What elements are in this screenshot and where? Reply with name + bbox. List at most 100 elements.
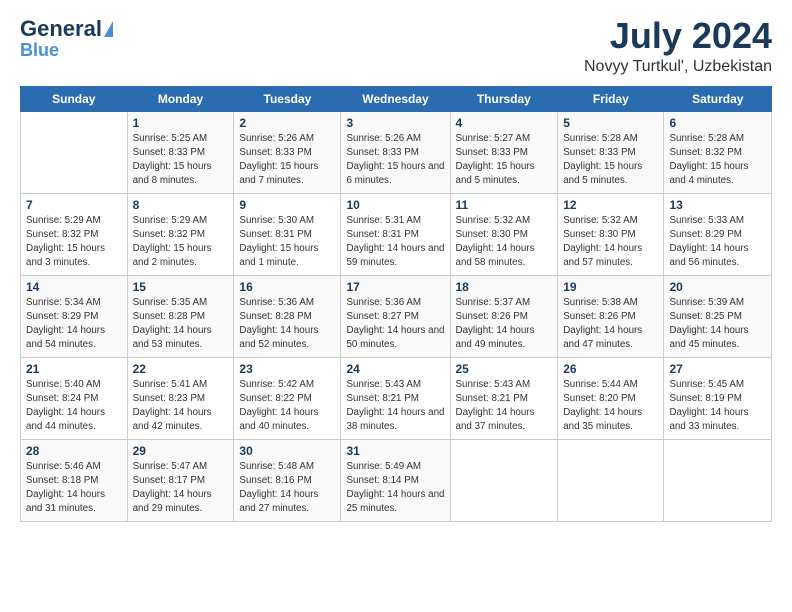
week-row-4: 21 Sunrise: 5:40 AMSunset: 8:24 PMDaylig… xyxy=(21,357,772,439)
day-cell: 18 Sunrise: 5:37 AMSunset: 8:26 PMDaylig… xyxy=(450,275,558,357)
day-info: Sunrise: 5:36 AMSunset: 8:28 PMDaylight:… xyxy=(239,297,318,351)
day-number: 15 xyxy=(133,280,229,294)
day-number: 26 xyxy=(563,362,658,376)
day-info: Sunrise: 5:28 AMSunset: 8:33 PMDaylight:… xyxy=(563,133,642,187)
day-info: Sunrise: 5:27 AMSunset: 8:33 PMDaylight:… xyxy=(456,133,535,187)
day-cell: 6 Sunrise: 5:28 AMSunset: 8:32 PMDayligh… xyxy=(664,111,772,193)
day-number: 12 xyxy=(563,198,658,212)
day-cell: 22 Sunrise: 5:41 AMSunset: 8:23 PMDaylig… xyxy=(127,357,234,439)
day-cell xyxy=(558,439,664,521)
day-number: 2 xyxy=(239,116,335,130)
calendar-table: SundayMondayTuesdayWednesdayThursdayFrid… xyxy=(20,86,772,522)
day-info: Sunrise: 5:43 AMSunset: 8:21 PMDaylight:… xyxy=(456,379,535,433)
day-number: 7 xyxy=(26,198,122,212)
day-number: 30 xyxy=(239,444,335,458)
day-cell: 7 Sunrise: 5:29 AMSunset: 8:32 PMDayligh… xyxy=(21,193,128,275)
day-cell xyxy=(664,439,772,521)
day-info: Sunrise: 5:38 AMSunset: 8:26 PMDaylight:… xyxy=(563,297,642,351)
title-block: July 2024 Novyy Turtkul', Uzbekistan xyxy=(584,16,772,76)
day-number: 24 xyxy=(346,362,444,376)
day-number: 17 xyxy=(346,280,444,294)
weekday-header-row: SundayMondayTuesdayWednesdayThursdayFrid… xyxy=(21,86,772,111)
day-number: 5 xyxy=(563,116,658,130)
weekday-header-saturday: Saturday xyxy=(664,86,772,111)
day-cell: 20 Sunrise: 5:39 AMSunset: 8:25 PMDaylig… xyxy=(664,275,772,357)
day-cell: 26 Sunrise: 5:44 AMSunset: 8:20 PMDaylig… xyxy=(558,357,664,439)
day-info: Sunrise: 5:35 AMSunset: 8:28 PMDaylight:… xyxy=(133,297,212,351)
day-number: 18 xyxy=(456,280,553,294)
logo-triangle-icon xyxy=(104,21,113,37)
day-cell: 25 Sunrise: 5:43 AMSunset: 8:21 PMDaylig… xyxy=(450,357,558,439)
day-cell: 10 Sunrise: 5:31 AMSunset: 8:31 PMDaylig… xyxy=(341,193,450,275)
day-cell: 16 Sunrise: 5:36 AMSunset: 8:28 PMDaylig… xyxy=(234,275,341,357)
day-info: Sunrise: 5:46 AMSunset: 8:18 PMDaylight:… xyxy=(26,461,105,515)
day-number: 6 xyxy=(669,116,766,130)
day-info: Sunrise: 5:25 AMSunset: 8:33 PMDaylight:… xyxy=(133,133,212,187)
day-cell: 30 Sunrise: 5:48 AMSunset: 8:16 PMDaylig… xyxy=(234,439,341,521)
day-cell: 17 Sunrise: 5:36 AMSunset: 8:27 PMDaylig… xyxy=(341,275,450,357)
week-row-5: 28 Sunrise: 5:46 AMSunset: 8:18 PMDaylig… xyxy=(21,439,772,521)
day-info: Sunrise: 5:31 AMSunset: 8:31 PMDaylight:… xyxy=(346,215,444,269)
weekday-header-sunday: Sunday xyxy=(21,86,128,111)
day-info: Sunrise: 5:29 AMSunset: 8:32 PMDaylight:… xyxy=(133,215,212,269)
day-cell: 28 Sunrise: 5:46 AMSunset: 8:18 PMDaylig… xyxy=(21,439,128,521)
day-cell: 2 Sunrise: 5:26 AMSunset: 8:33 PMDayligh… xyxy=(234,111,341,193)
day-info: Sunrise: 5:42 AMSunset: 8:22 PMDaylight:… xyxy=(239,379,318,433)
day-cell: 29 Sunrise: 5:47 AMSunset: 8:17 PMDaylig… xyxy=(127,439,234,521)
day-number: 3 xyxy=(346,116,444,130)
day-number: 29 xyxy=(133,444,229,458)
logo: General Blue xyxy=(20,16,113,61)
weekday-header-thursday: Thursday xyxy=(450,86,558,111)
day-number: 9 xyxy=(239,198,335,212)
day-number: 8 xyxy=(133,198,229,212)
logo-general: General xyxy=(20,16,102,42)
day-cell: 23 Sunrise: 5:42 AMSunset: 8:22 PMDaylig… xyxy=(234,357,341,439)
day-number: 27 xyxy=(669,362,766,376)
day-number: 23 xyxy=(239,362,335,376)
header: General Blue July 2024 Novyy Turtkul', U… xyxy=(20,16,772,76)
day-number: 22 xyxy=(133,362,229,376)
day-number: 4 xyxy=(456,116,553,130)
day-number: 21 xyxy=(26,362,122,376)
day-cell: 21 Sunrise: 5:40 AMSunset: 8:24 PMDaylig… xyxy=(21,357,128,439)
location-title: Novyy Turtkul', Uzbekistan xyxy=(584,58,772,76)
day-cell xyxy=(21,111,128,193)
day-cell: 12 Sunrise: 5:32 AMSunset: 8:30 PMDaylig… xyxy=(558,193,664,275)
day-number: 28 xyxy=(26,444,122,458)
day-cell: 5 Sunrise: 5:28 AMSunset: 8:33 PMDayligh… xyxy=(558,111,664,193)
day-info: Sunrise: 5:26 AMSunset: 8:33 PMDaylight:… xyxy=(239,133,318,187)
day-number: 20 xyxy=(669,280,766,294)
day-number: 10 xyxy=(346,198,444,212)
day-cell: 1 Sunrise: 5:25 AMSunset: 8:33 PMDayligh… xyxy=(127,111,234,193)
weekday-header-friday: Friday xyxy=(558,86,664,111)
weekday-header-wednesday: Wednesday xyxy=(341,86,450,111)
day-info: Sunrise: 5:48 AMSunset: 8:16 PMDaylight:… xyxy=(239,461,318,515)
day-cell: 27 Sunrise: 5:45 AMSunset: 8:19 PMDaylig… xyxy=(664,357,772,439)
week-row-1: 1 Sunrise: 5:25 AMSunset: 8:33 PMDayligh… xyxy=(21,111,772,193)
day-cell xyxy=(450,439,558,521)
day-number: 1 xyxy=(133,116,229,130)
day-info: Sunrise: 5:29 AMSunset: 8:32 PMDaylight:… xyxy=(26,215,105,269)
logo-blue: Blue xyxy=(20,40,59,61)
day-number: 14 xyxy=(26,280,122,294)
day-info: Sunrise: 5:44 AMSunset: 8:20 PMDaylight:… xyxy=(563,379,642,433)
calendar-body: 1 Sunrise: 5:25 AMSunset: 8:33 PMDayligh… xyxy=(21,111,772,521)
day-info: Sunrise: 5:32 AMSunset: 8:30 PMDaylight:… xyxy=(563,215,642,269)
week-row-3: 14 Sunrise: 5:34 AMSunset: 8:29 PMDaylig… xyxy=(21,275,772,357)
day-cell: 31 Sunrise: 5:49 AMSunset: 8:14 PMDaylig… xyxy=(341,439,450,521)
day-info: Sunrise: 5:40 AMSunset: 8:24 PMDaylight:… xyxy=(26,379,105,433)
day-cell: 9 Sunrise: 5:30 AMSunset: 8:31 PMDayligh… xyxy=(234,193,341,275)
day-info: Sunrise: 5:26 AMSunset: 8:33 PMDaylight:… xyxy=(346,133,444,187)
day-info: Sunrise: 5:34 AMSunset: 8:29 PMDaylight:… xyxy=(26,297,105,351)
day-number: 25 xyxy=(456,362,553,376)
month-title: July 2024 xyxy=(584,16,772,56)
day-info: Sunrise: 5:39 AMSunset: 8:25 PMDaylight:… xyxy=(669,297,748,351)
weekday-header-monday: Monday xyxy=(127,86,234,111)
day-cell: 3 Sunrise: 5:26 AMSunset: 8:33 PMDayligh… xyxy=(341,111,450,193)
calendar-container: General Blue July 2024 Novyy Turtkul', U… xyxy=(0,0,792,532)
day-number: 13 xyxy=(669,198,766,212)
day-cell: 19 Sunrise: 5:38 AMSunset: 8:26 PMDaylig… xyxy=(558,275,664,357)
day-info: Sunrise: 5:32 AMSunset: 8:30 PMDaylight:… xyxy=(456,215,535,269)
day-info: Sunrise: 5:37 AMSunset: 8:26 PMDaylight:… xyxy=(456,297,535,351)
day-cell: 4 Sunrise: 5:27 AMSunset: 8:33 PMDayligh… xyxy=(450,111,558,193)
